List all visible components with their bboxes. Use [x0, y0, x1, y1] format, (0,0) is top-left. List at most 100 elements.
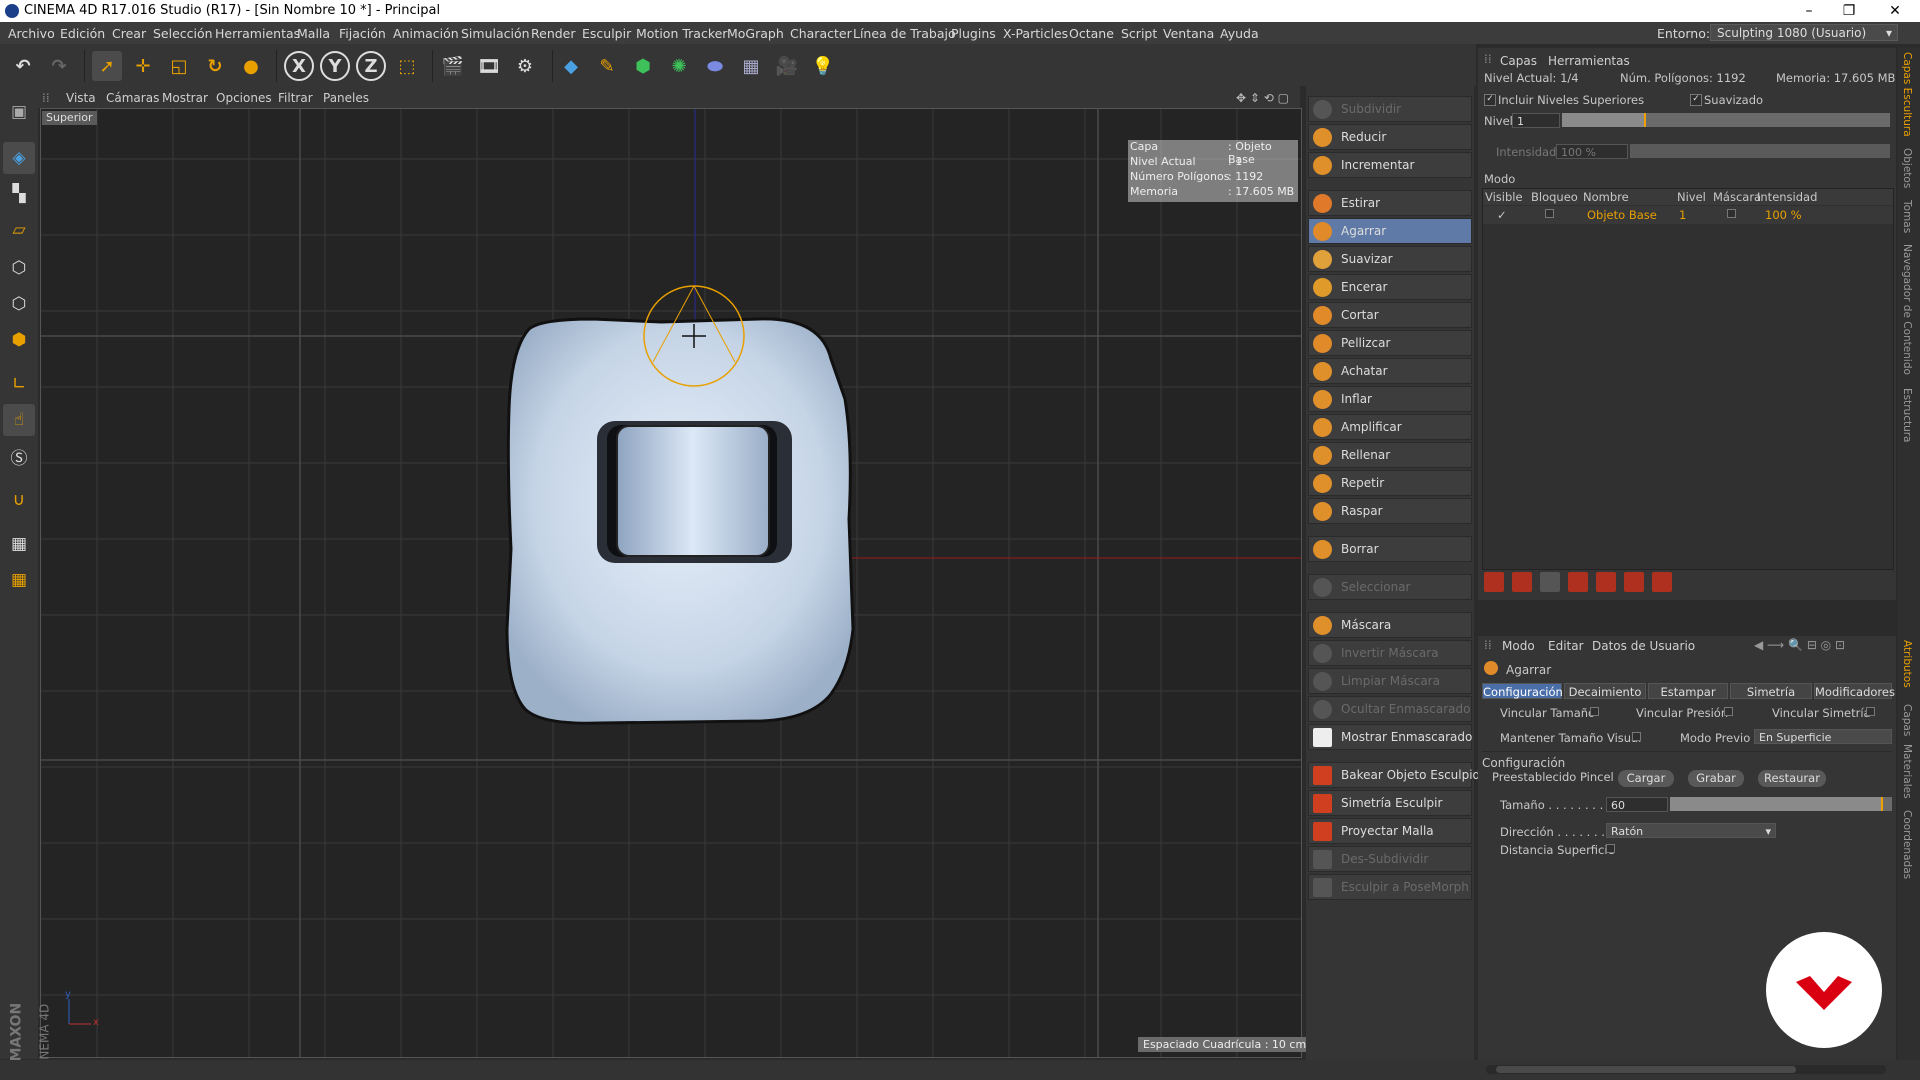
vincular-simetria-checkbox[interactable]: [1866, 707, 1875, 716]
sculpt-brush-icon[interactable]: ●: [236, 51, 266, 81]
cargar-button[interactable]: Cargar: [1618, 770, 1674, 787]
snap-icon[interactable]: Ⓢ: [3, 440, 35, 472]
y-axis-lock-icon[interactable]: Y: [320, 51, 350, 81]
scale-icon[interactable]: ◱: [164, 51, 194, 81]
deformer-icon[interactable]: ⬬: [700, 51, 730, 81]
menu-script[interactable]: Script: [1121, 26, 1157, 41]
tab-configuracion[interactable]: Configuración: [1482, 683, 1563, 699]
vtab-estructura[interactable]: Estructura: [1901, 388, 1913, 443]
tool-rellenar[interactable]: Rellenar: [1308, 442, 1472, 468]
grabar-button[interactable]: Grabar: [1688, 770, 1744, 787]
tool-seleccionar[interactable]: Seleccionar: [1308, 574, 1472, 600]
tool-repetir[interactable]: Repetir: [1308, 470, 1472, 496]
attr-menu-datos-usuario[interactable]: Datos de Usuario: [1592, 639, 1695, 653]
light-icon[interactable]: 💡: [808, 51, 838, 81]
viewport-navigation-icon[interactable]: ✥ ⇕ ⟲ ▢: [1236, 91, 1289, 105]
viewport-menu-opciones[interactable]: Opciones: [216, 91, 272, 105]
attr-nav-icons[interactable]: ◀ ⟶ 🔍 ⊟ ◎ ⊡: [1754, 638, 1845, 652]
menu-ventana[interactable]: Ventana: [1163, 26, 1214, 41]
row-nombre[interactable]: Objeto Base: [1587, 208, 1657, 222]
tool-proyectar-malla[interactable]: Proyectar Malla: [1308, 818, 1472, 844]
edges-mode-icon[interactable]: ⬡: [3, 288, 35, 320]
add-folder-icon[interactable]: [1512, 572, 1532, 592]
vtab-navegador[interactable]: Navegador de Contenido: [1901, 244, 1913, 375]
render-picture-viewer-icon[interactable]: 🎞: [474, 51, 504, 81]
model-mode-icon[interactable]: ◈: [3, 142, 35, 174]
tab-estampar[interactable]: Estampar: [1648, 683, 1728, 699]
tool-mascara[interactable]: Máscara: [1308, 612, 1472, 638]
workplane-lock-icon[interactable]: ▦: [3, 528, 35, 560]
viewport-menu-camaras[interactable]: Cámaras: [106, 91, 159, 105]
rotate-icon[interactable]: ↻: [200, 51, 230, 81]
viewport-menu-vista[interactable]: Vista: [66, 91, 96, 105]
tamano-field[interactable]: 60: [1606, 797, 1668, 812]
menu-character[interactable]: Character: [790, 26, 852, 41]
redo-icon[interactable]: ↷: [44, 51, 74, 81]
viewport-canvas[interactable]: [41, 109, 1301, 1057]
render-view-icon[interactable]: 🎬: [438, 51, 468, 81]
menu-render[interactable]: Render: [531, 26, 576, 41]
modo-previo-select[interactable]: En Superficie: [1754, 729, 1892, 744]
vtab-objetos[interactable]: Objetos: [1901, 148, 1913, 188]
tab-modificadores[interactable]: Modificadores: [1814, 683, 1895, 699]
subdivision-surface-icon[interactable]: ⬢: [628, 51, 658, 81]
floor-icon[interactable]: ▦: [736, 51, 766, 81]
live-selection-icon[interactable]: ➚: [92, 51, 122, 81]
menu-malla[interactable]: Malla: [297, 26, 330, 41]
vtab-capas-escultura[interactable]: Capas Escultura: [1901, 52, 1913, 137]
slider-knob[interactable]: [1644, 113, 1646, 127]
table-row[interactable]: ✓ Objeto Base 1 100 %: [1483, 206, 1893, 224]
tool-achatar[interactable]: Achatar: [1308, 358, 1472, 384]
menu-simulacion[interactable]: Simulación: [461, 26, 530, 41]
tamano-slider[interactable]: [1670, 797, 1892, 811]
tool-ocultar-enmascarado[interactable]: Ocultar Enmascarado: [1308, 696, 1472, 722]
menu-fijacion[interactable]: Fijación: [339, 26, 386, 41]
distancia-checkbox[interactable]: [1606, 844, 1615, 853]
menu-animacion[interactable]: Animación: [393, 26, 459, 41]
vtab-atributos[interactable]: Atributos: [1901, 640, 1913, 688]
menu-motion-tracker[interactable]: Motion Tracker: [636, 26, 727, 41]
viewport-menu-mostrar[interactable]: Mostrar: [162, 91, 208, 105]
tool-esculpir-a-posemorph[interactable]: Esculpir a PoseMorph: [1308, 874, 1472, 900]
spline-pen-icon[interactable]: ✎: [592, 51, 622, 81]
vincular-presion-checkbox[interactable]: [1724, 707, 1733, 716]
tool-cortar[interactable]: Cortar: [1308, 302, 1472, 328]
x-axis-lock-icon[interactable]: X: [284, 51, 314, 81]
coordinate-system-icon[interactable]: ⬚: [392, 51, 422, 81]
mantener-checkbox[interactable]: [1632, 732, 1641, 741]
tool-des-subdividir[interactable]: Des-Subdividir: [1308, 846, 1472, 872]
tool-bakear-objeto-esculpido[interactable]: Bakear Objeto Esculpido: [1308, 762, 1488, 788]
menu-octane[interactable]: Octane: [1069, 26, 1114, 41]
tool-amplificar[interactable]: Amplificar: [1308, 414, 1472, 440]
cube-icon[interactable]: ◆: [556, 51, 586, 81]
magnet-icon[interactable]: ∪: [3, 484, 35, 516]
vtab-coordenadas[interactable]: Coordenadas: [1901, 810, 1913, 879]
tool-inflar[interactable]: Inflar: [1308, 386, 1472, 412]
incluir-checkbox[interactable]: ✓: [1484, 94, 1496, 106]
close-button[interactable]: ✕: [1872, 0, 1918, 22]
tool-estirar[interactable]: Estirar: [1308, 190, 1472, 216]
tool-borrar[interactable]: Borrar: [1308, 536, 1472, 562]
axis-mode-icon[interactable]: ∟: [3, 368, 35, 400]
make-editable-icon[interactable]: ▣: [3, 96, 35, 128]
tool-raspar[interactable]: Raspar: [1308, 498, 1472, 524]
intensidad-field[interactable]: 100 %: [1556, 144, 1628, 159]
tool-encerar[interactable]: Encerar: [1308, 274, 1472, 300]
z-axis-lock-icon[interactable]: Z: [356, 51, 386, 81]
points-mode-icon[interactable]: ⬡: [3, 252, 35, 284]
menu-crear[interactable]: Crear: [112, 26, 146, 41]
tool-reducir[interactable]: Reducir: [1308, 124, 1472, 150]
menu-seleccion[interactable]: Selección: [153, 26, 213, 41]
texture-mode-icon[interactable]: ▚: [3, 178, 35, 210]
tool-incrementar[interactable]: Incrementar: [1308, 152, 1472, 178]
restaurar-button[interactable]: Restaurar: [1758, 770, 1826, 787]
vtab-capas[interactable]: Capas: [1901, 704, 1913, 736]
tool-invertir-mascara[interactable]: Invertir Máscara: [1308, 640, 1472, 666]
menu-ayuda[interactable]: Ayuda: [1220, 26, 1259, 41]
viewport-menu-paneles[interactable]: Paneles: [323, 91, 369, 105]
intensidad-slider[interactable]: [1630, 144, 1890, 158]
menu-herramientas[interactable]: Herramientas: [215, 26, 300, 41]
tab-simetria[interactable]: Simetría: [1730, 683, 1812, 699]
tool-suavizar[interactable]: Suavizar: [1308, 246, 1472, 272]
attr-menu-modo[interactable]: Modo: [1502, 639, 1535, 653]
